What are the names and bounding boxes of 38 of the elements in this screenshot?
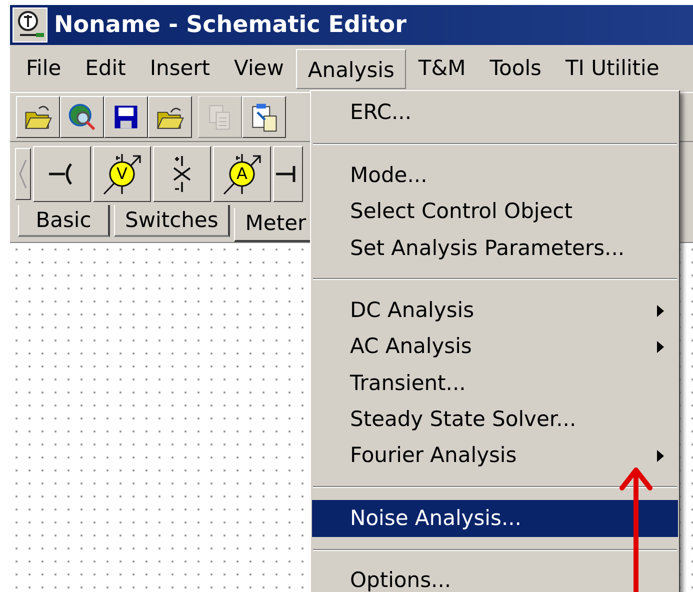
toolbar-button[interactable] [104,96,148,138]
menu-option[interactable]: Options... [312,562,678,592]
menu-option[interactable]: Steady State Solver... [312,402,678,438]
wire-icon [274,164,296,184]
submenu-arrow-icon [657,340,664,353]
menu-option[interactable]: DC Analysis [312,292,678,329]
window-title: Noname - Schematic Editor [54,10,406,40]
menu-item[interactable]: File [14,48,74,88]
menu-item[interactable]: Analysis [296,48,406,88]
scroll-left-button[interactable] [15,148,31,200]
menu-option[interactable]: AC Analysis [312,328,678,366]
globe-magnifier-icon [66,101,98,133]
component-button[interactable]: A [213,146,271,202]
submenu-arrow-icon [657,450,664,462]
toolbar-button[interactable] [16,96,60,138]
component-button[interactable] [153,146,211,202]
toolbar-button[interactable] [148,96,192,138]
menu-option[interactable]: Transient... [312,365,678,402]
chevron-left-icon [19,158,27,188]
toolbar-button[interactable] [242,96,286,138]
menu-item[interactable]: Edit [73,48,138,88]
submenu-arrow-icon [657,304,664,317]
menu-option[interactable]: ERC... [312,95,678,132]
component-button[interactable]: V [93,146,151,202]
menu-item[interactable]: View [222,48,296,88]
menu-item[interactable]: TI Utilitie [553,48,672,88]
menu-item[interactable]: Tools [478,48,554,88]
menu-item[interactable]: Insert [138,48,222,88]
menu-option[interactable]: Noise Analysis... [312,500,678,537]
menu-option[interactable]: Fourier Analysis [312,438,678,474]
palette-tab[interactable]: Basic [18,205,110,237]
palette-tab[interactable]: Switches [114,205,230,237]
menu-item[interactable]: T&M [406,48,478,88]
component-button[interactable] [33,146,91,202]
menu-option[interactable]: Mode... [312,157,678,194]
app-icon [12,7,48,43]
component-button[interactable] [273,146,303,202]
toolbar-button[interactable] [60,96,104,138]
